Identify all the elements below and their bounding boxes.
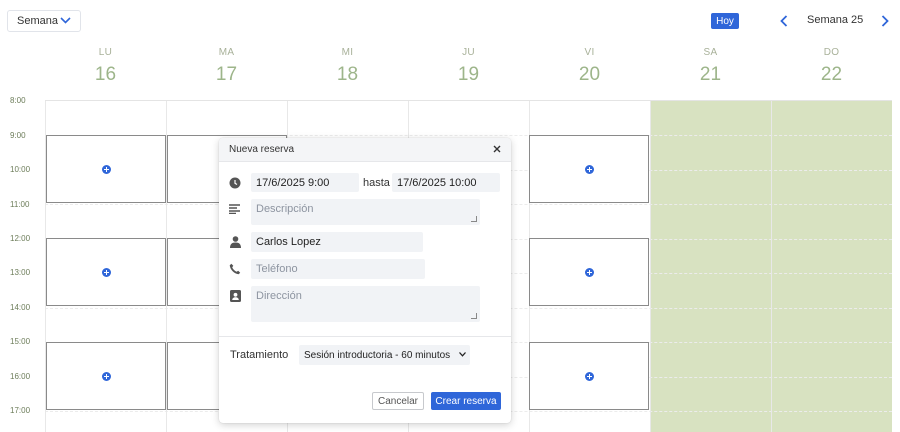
dialog-title: Nueva reserva <box>229 144 295 155</box>
view-select[interactable]: Semana <box>7 10 81 32</box>
day-number: 20 <box>578 64 601 85</box>
day-number: 18 <box>336 64 359 85</box>
day-header-friday: VI 20 <box>529 47 650 86</box>
available-slot[interactable] <box>529 342 649 410</box>
new-booking-dialog: Nueva reserva 17/6/2025 9:00 hasta 17/6/… <box>219 138 511 423</box>
day-header-thursday: JU 19 <box>408 47 529 86</box>
day-name: JU <box>462 47 475 58</box>
day-header-sunday: DO 22 <box>771 47 892 86</box>
start-datetime-input[interactable]: 17/6/2025 9:00 <box>251 173 359 192</box>
day-number: 21 <box>699 64 722 85</box>
treatment-select[interactable]: Sesión introductoria - 60 minutos <box>299 345 470 365</box>
hour-label: 10:00 <box>10 165 31 174</box>
day-number: 22 <box>820 64 843 85</box>
close-button[interactable] <box>491 143 503 155</box>
client-name-input[interactable]: Carlos Lopez <box>251 232 423 252</box>
person-icon <box>229 236 241 248</box>
resize-handle-icon <box>471 216 477 222</box>
available-slot[interactable] <box>46 238 166 306</box>
day-name: LU <box>98 47 113 58</box>
create-booking-button[interactable]: Crear reserva <box>431 392 501 410</box>
available-slot[interactable] <box>46 342 166 410</box>
clock-icon <box>229 177 241 189</box>
day-header-wednesday: MI 18 <box>287 47 408 86</box>
treatment-select-value: Sesión introductoria - 60 minutos <box>304 349 451 361</box>
day-header-monday: LU 16 <box>45 47 166 86</box>
hour-label: 11:00 <box>10 200 30 209</box>
hour-label: 13:00 <box>10 268 31 277</box>
phone-input[interactable]: Teléfono <box>251 259 425 279</box>
day-name: SA <box>703 47 718 58</box>
hour-label: 17:00 <box>10 406 31 415</box>
day-name: MA <box>218 47 235 58</box>
day-name: MI <box>341 47 354 58</box>
day-number: 19 <box>457 64 480 85</box>
chevron-down-icon <box>60 17 71 24</box>
day-number: 17 <box>215 64 238 85</box>
add-circle-icon <box>101 267 111 277</box>
previous-week-button[interactable] <box>778 13 790 29</box>
day-number: 16 <box>94 64 117 85</box>
today-button[interactable]: Hoy <box>711 13 739 29</box>
day-header-saturday: SA 21 <box>650 47 771 86</box>
available-slot[interactable] <box>529 238 649 306</box>
chevron-left-icon <box>780 15 788 27</box>
grid-line <box>771 101 772 432</box>
day-header-tuesday: MA 17 <box>166 47 287 86</box>
hour-label: 8:00 <box>10 96 26 105</box>
add-circle-icon <box>584 267 594 277</box>
chevron-right-icon <box>881 15 889 27</box>
hour-label: 15:00 <box>10 337 31 346</box>
hour-label: 14:00 <box>10 303 31 312</box>
cancel-button[interactable]: Cancelar <box>372 392 424 410</box>
resize-handle-icon <box>471 313 477 319</box>
address-textarea[interactable]: Dirección <box>251 286 480 322</box>
week-label: Semana 25 <box>807 14 864 26</box>
description-textarea[interactable]: Descripción <box>251 199 480 225</box>
grid-line <box>650 101 651 432</box>
day-name: DO <box>823 47 840 58</box>
view-select-label: Semana <box>17 15 58 27</box>
add-circle-icon <box>584 164 594 174</box>
end-datetime-input[interactable]: 17/6/2025 10:00 <box>392 173 500 192</box>
close-icon <box>493 145 501 153</box>
phone-icon <box>229 263 241 275</box>
contact-card-icon <box>229 290 241 302</box>
hour-label: 12:00 <box>10 234 31 243</box>
dialog-header: Nueva reserva <box>219 138 511 162</box>
add-circle-icon <box>101 164 111 174</box>
until-label: hasta <box>363 177 390 189</box>
chevron-down-icon <box>459 352 466 357</box>
hour-label: 9:00 <box>10 131 26 140</box>
add-circle-icon <box>101 371 111 381</box>
next-week-button[interactable] <box>879 13 891 29</box>
available-slot[interactable] <box>529 135 649 203</box>
hour-label: 16:00 <box>10 372 31 381</box>
dialog-divider <box>219 336 511 337</box>
notes-icon <box>229 203 241 215</box>
add-circle-icon <box>584 371 594 381</box>
day-name: VI <box>584 47 595 58</box>
treatment-label: Tratamiento <box>230 349 289 361</box>
available-slot[interactable] <box>46 135 166 203</box>
